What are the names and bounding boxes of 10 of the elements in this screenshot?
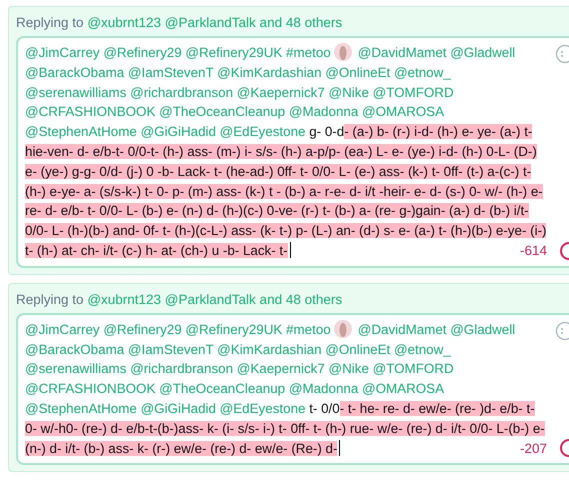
emoji-icon [334, 320, 352, 338]
emoji-button-icon[interactable] [555, 320, 569, 341]
emoji-button-icon[interactable] [555, 44, 569, 64]
emoji-icon [334, 43, 352, 61]
character-counter: -614 [520, 242, 547, 260]
replying-to-text: Replying to @xubrnt123 @ParklandTalk and 48 others [16, 292, 344, 307]
replying-to-text: Replying to @xubrnt123 @ParklandTalk and 48 others [16, 15, 344, 30]
tweet-text-field[interactable]: @JimCarrey @Refinery29 @Refinery29UK #metoo @DavidMamet @Gladwell @BarackObama @IamStevenT @KimKardashian @OnlineEt @etnow_ @serenawilliams @richardbranson @Kaepernick7 @Nike @TOMFORD @CRFASHIONBOOK @TheOceanCleanup @Madonna @OMAROSA @StephenAtHome @GiGiHadid @EdEyestone t- 0/0- t- he- re- d- ew/e- (re- )d- e/b- t- 0- w/-h0- (re-) d- e/b-t-(b-)ass- k- (i- s/s- i-) t- 0ff- t- (h-) rue- w/e- (re-) d- i/t- 0/0- L-(b-) e- (n-) d- i/t- (b-) ass- k- (r-) ew/e- (re-) d- ew/e- (Re-) d- -207 [16, 312, 569, 466]
tweet-text-field[interactable]: @JimCarrey @Refinery29 @Refinery29UK #metoo @DavidMamet @Gladwell @BarackObama @IamStevenT @KimKardashian @OnlineEt @etnow_ @serenawilliams @richardbranson @Kaepernick7 @Nike @TOMFORD @CRFASHIONBOOK @TheOceanCleanup @Madonna @OMAROSA @StephenAtHome @GiGiHadid @EdEyestone g- 0-d- (a-) b- (r-) i-d- (h-) e- ye- (a-) t- hie-ven- d- e/b-t- 0/0-t- (h-) ass- (m-) i- s/s- (h-) a-p/p- (ea-) L- e- (ye-) i-d- (h-) 0-L- (D-) e- (ye-) g-g- 0/d- (j-) 0 -b- Lack- t- (he-ad-) 0ff- t- 0/0- L- (e-) ass- (k-) t- 0ff- (t-) a-(c-) t- (h-) e-ye- a- (s/s-k-) t- 0- p- (m-) ass- (k-) t - (b-) a- r-e- d- i/t -heir- e- d- (s-) 0- w/- (h-) e- re- d- e/b- t- 0/0- L- (b-) e- (n-) d- (h-)(c-) 0-ve- (r-) t- (b-) a- (re- g-)gain- (a-) d- (b-) i/t- 0/0- L- (h-)(b-) and- 0f- t- (h-)(c-L-) ass- (k- t-) p- (L-) an- (d-) s- e- (a-) t- (h-)(b-) e-ye- (i-) t- (h-) at- ch- i/t- (c-) h- at- (ch-) u -b- Lack- t- -614 [16, 36, 569, 268]
character-counter: -207 [520, 440, 547, 458]
